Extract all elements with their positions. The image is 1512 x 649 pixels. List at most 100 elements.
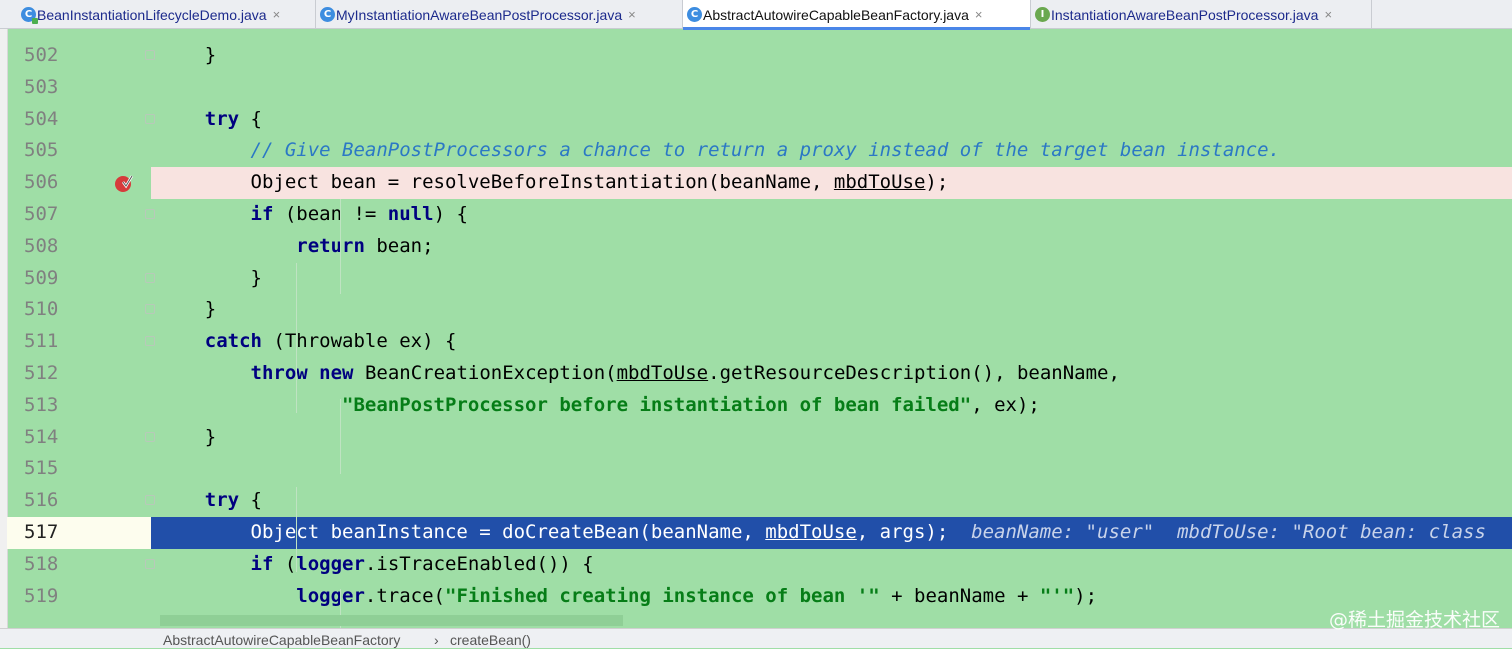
horizontal-scrollbar[interactable]	[160, 615, 623, 626]
code-line[interactable]	[151, 72, 1512, 104]
code-line[interactable]: try {	[151, 104, 1512, 136]
gutter-line[interactable]: 507	[7, 199, 155, 231]
code-token: null	[387, 203, 434, 225]
gutter-line[interactable]: 513	[7, 390, 151, 422]
code-line[interactable]: // Give BeanPostProcessors a chance to r…	[151, 135, 1512, 167]
code-token: logger	[296, 552, 365, 575]
code-line[interactable]: "BeanPostProcessor before instantiation …	[151, 390, 1512, 422]
code-line[interactable]: }	[151, 40, 1512, 72]
gutter-line[interactable]: 503	[7, 72, 151, 104]
code-line[interactable]: }	[151, 263, 1512, 295]
gutter-line[interactable]: 519	[7, 581, 151, 613]
code-token: .getResourceDescription(), beanName,	[708, 362, 1120, 384]
code-token: try	[204, 107, 240, 130]
tab-label: AbstractAutowireCapableBeanFactory.java	[703, 6, 969, 23]
code-token: .trace(	[364, 584, 445, 607]
breadcrumb-item-class[interactable]: AbstractAutowireCapableBeanFactory	[163, 632, 400, 648]
code-token: // Give BeanPostProcessors a chance to r…	[250, 139, 1281, 162]
line-number: 505	[24, 139, 59, 162]
line-number: 511	[24, 330, 59, 353]
indent-guide	[296, 263, 297, 413]
editor-gutter: 502 503 504 505 506 507 508 509 510 511 512 513 514 5…	[7, 29, 155, 615]
code-token: if	[250, 552, 274, 575]
code-line[interactable]: }	[151, 422, 1512, 454]
code-token: catch	[204, 330, 262, 353]
code-line[interactable]: if (logger.isTraceEnabled()) {	[151, 549, 1512, 581]
code-token: "BeanPostProcessor before instantiation …	[342, 393, 972, 416]
line-number: 518	[24, 552, 59, 575]
gutter-line[interactable]: 505	[7, 135, 151, 167]
code-line[interactable]: throw new BeanCreationException(mbdToUse…	[151, 358, 1512, 390]
editor-tab-bar: C BeanInstantiationLifecycleDemo.java × C My…	[0, 0, 1512, 30]
line-number: 506	[24, 171, 59, 194]
tab-2[interactable]: C MyInstantiationAwareBeanPostProcessor.j…	[316, 0, 683, 29]
close-icon[interactable]: ×	[628, 7, 636, 22]
class-icon: C	[687, 7, 702, 22]
gutter-line[interactable]: 511	[7, 326, 155, 358]
breakpoint-line[interactable]: Object bean = resolveBeforeInstantiation…	[151, 167, 1512, 199]
gutter-line[interactable]: 516	[7, 485, 155, 517]
tab-3[interactable]: C AbstractAutowireCapableBeanFactory.java…	[683, 0, 1031, 30]
gutter-line[interactable]: 504	[7, 104, 155, 136]
code-token: logger	[296, 584, 365, 607]
class-run-icon: C	[21, 7, 38, 24]
code-token: );	[1074, 584, 1098, 607]
close-icon[interactable]: ×	[273, 7, 281, 22]
gutter-line[interactable]: 512	[7, 358, 151, 390]
code-token: (	[273, 552, 297, 575]
breadcrumb-separator: ›	[434, 632, 439, 648]
code-token: );	[925, 171, 949, 194]
code-token: }	[159, 266, 262, 289]
code-token: }	[159, 44, 217, 66]
code-line[interactable]: if (bean != null) {	[151, 199, 1512, 231]
close-icon[interactable]: ×	[1324, 7, 1332, 22]
gutter-line[interactable]: 517	[7, 517, 151, 549]
code-line[interactable]: try {	[151, 485, 1512, 517]
line-number: 512	[24, 362, 59, 384]
tab-1[interactable]: C BeanInstantiationLifecycleDemo.java ×	[17, 0, 316, 29]
code-token: mbdToUse	[833, 171, 926, 194]
gutter-line[interactable]: 518	[7, 549, 155, 581]
code-token: "'"	[1039, 584, 1075, 607]
line-number: 515	[24, 457, 59, 480]
code-line[interactable]: catch (Throwable ex) {	[151, 326, 1512, 358]
code-token: , args);	[856, 521, 972, 543]
code-token: {	[239, 489, 262, 512]
tab-label: MyInstantiationAwareBeanPostProcessor.ja…	[336, 6, 623, 23]
line-number: 507	[24, 203, 59, 225]
code-token: }	[159, 425, 217, 448]
breadcrumb-item-method[interactable]: createBean()	[450, 632, 531, 648]
line-number: 516	[24, 489, 59, 512]
close-icon[interactable]: ×	[975, 7, 983, 22]
interface-icon: I	[1035, 7, 1050, 22]
gutter-line[interactable]: 509	[7, 263, 155, 295]
gutter-line[interactable]: 508	[7, 231, 151, 263]
gutter-line[interactable]: 514	[7, 422, 155, 454]
code-line[interactable]: }	[151, 294, 1512, 326]
code-token: ) {	[433, 203, 468, 225]
gutter-line[interactable]: 506	[7, 167, 151, 199]
code-line[interactable]: logger.trace("Finished creating instance…	[151, 581, 1512, 613]
tab-4[interactable]: I InstantiationAwareBeanPostProcessor.jav…	[1031, 0, 1372, 29]
code-token: Object beanInstance = doCreateBean(beanN…	[159, 521, 766, 543]
code-token: }	[159, 298, 217, 321]
execution-line[interactable]: Object beanInstance = doCreateBean(beanN…	[151, 517, 1512, 549]
breakpoint-icon[interactable]	[114, 173, 134, 193]
code-token: Object bean = resolveBeforeInstantiation…	[159, 171, 834, 194]
gutter-line[interactable]: 510	[7, 294, 155, 326]
code-line[interactable]: return bean;	[151, 231, 1512, 263]
code-token: if	[250, 203, 274, 225]
code-token: new	[319, 362, 354, 384]
code-editor[interactable]: } try { // Give BeanPostProcessors a cha…	[151, 29, 1512, 649]
gutter-line[interactable]: 515	[7, 453, 151, 485]
code-token: "Finished creating instance of bean '"	[445, 584, 880, 607]
code-line[interactable]	[151, 453, 1512, 485]
gutter-line[interactable]: 502	[7, 40, 155, 72]
line-number: 510	[24, 298, 59, 321]
